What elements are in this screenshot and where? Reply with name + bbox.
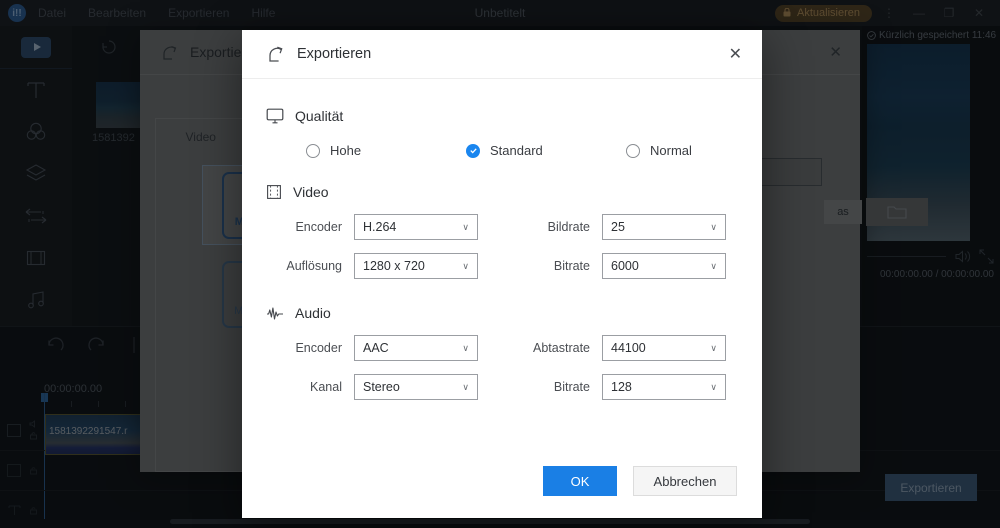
- audio-field-samplerate: Abtastrate 44100 ∨: [510, 335, 726, 361]
- field-label: Bildrate: [510, 220, 590, 234]
- cancel-button[interactable]: Abbrechen: [633, 466, 737, 496]
- quality-section-header: Qualität: [266, 107, 762, 125]
- audio-field-channel: Kanal Stereo ∨: [266, 374, 510, 400]
- video-field-framerate: Bildrate 25 ∨: [510, 214, 726, 240]
- audio-field-encoder: Encoder AAC ∨: [266, 335, 510, 361]
- audio-field-bitrate: Bitrate 128 ∨: [510, 374, 726, 400]
- audio-samplerate-select[interactable]: 44100 ∨: [602, 335, 726, 361]
- chevron-down-icon: ∨: [710, 222, 717, 233]
- app-window: i!! Datei Bearbeiten Exportieren Hilfe U…: [0, 0, 1000, 528]
- chevron-down-icon: ∨: [462, 343, 469, 354]
- field-label: Auflösung: [266, 259, 342, 273]
- radio-circle-checked-icon: [466, 144, 480, 158]
- field-label: Bitrate: [510, 380, 590, 394]
- quality-option-label: Standard: [490, 143, 543, 158]
- modal-header: Exportieren ✕: [242, 30, 762, 79]
- select-value: 128: [611, 380, 632, 394]
- video-framerate-select[interactable]: 25 ∨: [602, 214, 726, 240]
- modal-title: Exportieren: [297, 46, 371, 62]
- video-field-encoder: Encoder H.264 ∨: [266, 214, 510, 240]
- video-field-resolution: Auflösung 1280 x 720 ∨: [266, 253, 510, 279]
- audio-settings-grid: Encoder AAC ∨ Abtastrate 44100 ∨ Kanal: [266, 335, 738, 400]
- quality-section-label: Qualität: [295, 108, 343, 124]
- export-settings-modal: Exportieren ✕ Qualität Hohe Standard: [242, 30, 762, 518]
- chevron-down-icon: ∨: [710, 382, 717, 393]
- video-settings-grid: Encoder H.264 ∨ Bildrate 25 ∨ Auflösun: [266, 214, 738, 279]
- video-settings-row: Auflösung 1280 x 720 ∨ Bitrate 6000 ∨: [266, 253, 738, 279]
- chevron-down-icon: ∨: [710, 261, 717, 272]
- chevron-down-icon: ∨: [462, 222, 469, 233]
- quality-option-normal[interactable]: Normal: [626, 143, 692, 158]
- field-label: Encoder: [266, 220, 342, 234]
- modal-footer: OK Abbrechen: [242, 432, 762, 518]
- video-section-header: Video: [266, 184, 762, 200]
- chevron-down-icon: ∨: [462, 261, 469, 272]
- audio-channel-select[interactable]: Stereo ∨: [354, 374, 478, 400]
- radio-circle-icon: [626, 144, 640, 158]
- audio-settings-row: Kanal Stereo ∨ Bitrate 128 ∨: [266, 374, 738, 400]
- video-section-label: Video: [293, 184, 329, 200]
- audio-section-header: Audio: [266, 305, 762, 321]
- select-value: H.264: [363, 220, 396, 234]
- audio-bitrate-select[interactable]: 128 ∨: [602, 374, 726, 400]
- audio-encoder-select[interactable]: AAC ∨: [354, 335, 478, 361]
- field-label: Encoder: [266, 341, 342, 355]
- select-value: 6000: [611, 259, 639, 273]
- video-encoder-select[interactable]: H.264 ∨: [354, 214, 478, 240]
- film-frame-icon: [266, 184, 282, 200]
- video-resolution-select[interactable]: 1280 x 720 ∨: [354, 253, 478, 279]
- radio-circle-icon: [306, 144, 320, 158]
- quality-option-hohe[interactable]: Hohe: [306, 143, 466, 158]
- video-settings-row: Encoder H.264 ∨ Bildrate 25 ∨: [266, 214, 738, 240]
- quality-option-label: Normal: [650, 143, 692, 158]
- field-label: Bitrate: [510, 259, 590, 273]
- modal-close-button[interactable]: ✕: [729, 44, 742, 64]
- waveform-icon: [266, 305, 284, 321]
- select-value: AAC: [363, 341, 389, 355]
- chevron-down-icon: ∨: [462, 382, 469, 393]
- field-label: Kanal: [266, 380, 342, 394]
- select-value: 44100: [611, 341, 646, 355]
- ok-button[interactable]: OK: [543, 466, 617, 496]
- export-icon: [266, 44, 286, 64]
- video-field-bitrate: Bitrate 6000 ∨: [510, 253, 726, 279]
- monitor-icon: [266, 107, 284, 125]
- audio-section-label: Audio: [295, 305, 331, 321]
- select-value: 1280 x 720: [363, 259, 425, 273]
- video-bitrate-select[interactable]: 6000 ∨: [602, 253, 726, 279]
- quality-radio-group: Hohe Standard Normal: [306, 143, 762, 158]
- audio-settings-row: Encoder AAC ∨ Abtastrate 44100 ∨: [266, 335, 738, 361]
- quality-option-label: Hohe: [330, 143, 361, 158]
- field-label: Abtastrate: [510, 341, 590, 355]
- select-value: 25: [611, 220, 625, 234]
- chevron-down-icon: ∨: [710, 343, 717, 354]
- select-value: Stereo: [363, 380, 400, 394]
- quality-option-standard[interactable]: Standard: [466, 143, 626, 158]
